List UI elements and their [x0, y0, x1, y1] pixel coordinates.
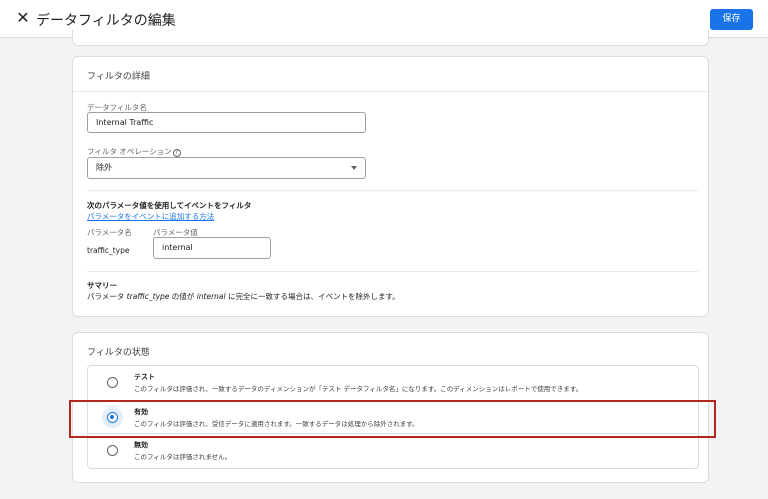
- chevron-down-icon: [351, 166, 357, 170]
- summary-value: internal: [196, 292, 226, 301]
- filter-status-radio-group: テスト このフィルタは評価され、一致するデータのディメンションが「テスト データ…: [87, 365, 699, 469]
- save-button[interactable]: 保存: [710, 9, 753, 30]
- summary-prefix: パラメータ: [87, 292, 127, 301]
- radio-selected-dot: [110, 415, 114, 419]
- summary-param: traffic_type: [126, 292, 170, 301]
- status-option-active[interactable]: 有効 このフィルタは評価され、受信データに適用されます。一致するデータは処理から…: [88, 400, 698, 434]
- divider: [73, 91, 708, 92]
- summary-middle: の値が: [169, 292, 197, 301]
- status-option-title: テスト: [134, 373, 155, 381]
- page-title: データフィルタの編集: [36, 13, 176, 29]
- filter-status-card: フィルタの状態 テスト このフィルタは評価され、一致するデータのディメンションが…: [72, 332, 709, 483]
- status-option-title: 無効: [134, 441, 148, 449]
- divider: [87, 271, 698, 272]
- close-icon[interactable]: ✕: [14, 9, 32, 27]
- radio-button-inactive[interactable]: [107, 445, 118, 456]
- summary-text: パラメータ traffic_type の値が internal に完全に一致する…: [87, 291, 400, 302]
- status-option-inactive[interactable]: 無効 このフィルタは評価されません。: [88, 434, 698, 468]
- status-option-description: このフィルタは評価されません。: [134, 453, 232, 461]
- summary-heading: サマリー: [87, 281, 117, 290]
- filter-details-card: フィルタの詳細 データフィルタ名 Internal Traffic フィルタ オ…: [72, 56, 709, 317]
- status-option-description: このフィルタは評価され、一致するデータのディメンションが「テスト データフィルタ…: [134, 385, 583, 393]
- parameter-help-link[interactable]: パラメータをイベントに追加する方法: [87, 211, 214, 222]
- filter-status-title: フィルタの状態: [87, 348, 150, 358]
- filter-operation-select[interactable]: 除外: [87, 157, 366, 179]
- status-option-description: このフィルタは評価され、受信データに適用されます。一致するデータは処理から除外さ…: [134, 420, 419, 428]
- summary-suffix: に完全に一致する場合は、イベントを除外します。: [225, 292, 400, 301]
- radio-button-active[interactable]: [107, 412, 118, 423]
- parameter-name: traffic_type: [87, 246, 130, 255]
- filter-details-title: フィルタの詳細: [87, 72, 150, 82]
- parameter-value-input[interactable]: internal: [153, 237, 271, 259]
- filter-operation-label-text: フィルタ オペレーション: [87, 147, 172, 156]
- filter-operation-value: 除外: [96, 163, 112, 172]
- parameter-heading: 次のパラメータ値を使用してイベントをフィルタ: [87, 201, 252, 210]
- filter-operation-label: フィルタ オペレーション?: [87, 146, 181, 157]
- radio-button-test[interactable]: [107, 377, 118, 388]
- divider: [87, 190, 698, 191]
- status-option-test[interactable]: テスト このフィルタは評価され、一致するデータのディメンションが「テスト データ…: [88, 366, 698, 400]
- filter-name-input[interactable]: Internal Traffic: [87, 112, 366, 133]
- previous-card: [72, 30, 709, 46]
- help-icon[interactable]: ?: [172, 149, 181, 157]
- status-option-title: 有効: [134, 408, 148, 416]
- parameter-name-label: パラメータ名: [87, 228, 132, 237]
